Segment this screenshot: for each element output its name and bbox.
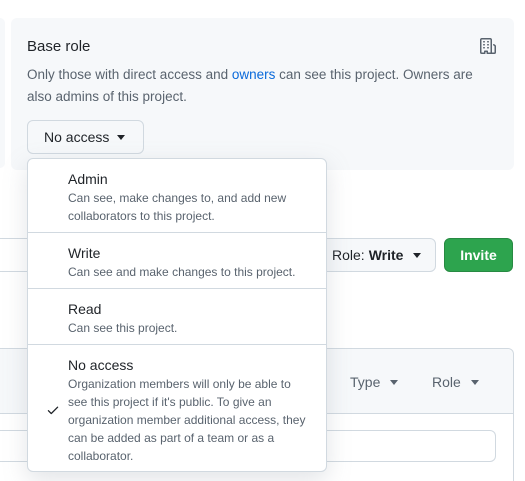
caret-down-icon — [413, 252, 422, 258]
menu-item-description: Organization members will only be able t… — [68, 377, 306, 463]
menu-item-title: Read — [68, 301, 102, 317]
base-role-menu: Admin Can see, make changes to, and add … — [27, 158, 327, 472]
base-role-button-label: No access — [44, 129, 110, 145]
base-role-dropdown-button[interactable]: No access — [27, 120, 144, 154]
base-role-panel: Base role Only those with direct access … — [11, 18, 514, 170]
menu-item-read[interactable]: Read Can see this project. — [28, 289, 326, 345]
base-role-description: Only those with direct access and owners… — [27, 64, 495, 108]
caret-down-icon — [470, 379, 479, 385]
menu-item-write[interactable]: Write Can see and make changes to this p… — [28, 233, 326, 289]
owners-link[interactable]: owners — [232, 67, 276, 82]
menu-item-title: No access — [68, 357, 134, 373]
check-icon — [47, 406, 59, 415]
role-filter-dropdown[interactable]: Role — [432, 374, 479, 390]
menu-item-no-access[interactable]: No access Organization members will only… — [28, 345, 326, 471]
desc-text-start: Only those with direct access and — [27, 67, 232, 82]
invite-button[interactable]: Invite — [444, 238, 513, 272]
left-panel-edge — [0, 18, 5, 168]
caret-down-icon — [390, 379, 399, 385]
menu-item-title: Write — [68, 245, 101, 261]
menu-item-admin[interactable]: Admin Can see, make changes to, and add … — [28, 159, 326, 233]
base-role-title: Base role — [27, 38, 91, 55]
menu-item-description: Can see and make changes to this project… — [68, 265, 296, 279]
organization-icon — [480, 38, 496, 54]
role-prefix: Role: — [332, 247, 365, 263]
menu-item-description: Can see, make changes to, and add new co… — [68, 191, 287, 223]
role-value: Write — [368, 247, 404, 263]
menu-item-description: Can see this project. — [68, 321, 178, 335]
menu-item-title: Admin — [68, 171, 108, 187]
type-filter-dropdown[interactable]: Type — [350, 374, 399, 390]
caret-down-icon — [117, 134, 126, 140]
role-header-label: Role — [432, 374, 461, 390]
type-header-label: Type — [350, 374, 381, 390]
invite-role-dropdown[interactable]: Role: Write — [318, 238, 436, 272]
